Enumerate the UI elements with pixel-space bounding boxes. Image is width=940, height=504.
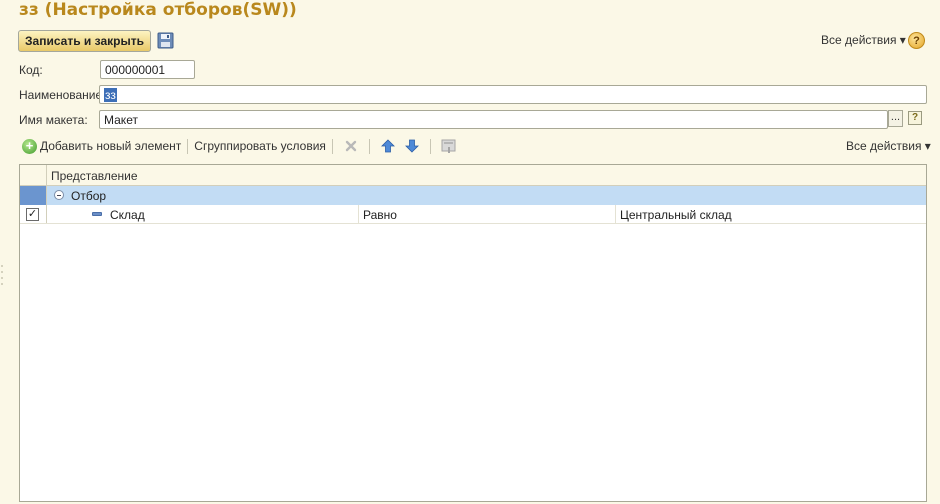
row-check-cell: ✓: [20, 205, 47, 223]
all-actions-menu[interactable]: Все действия ▾: [821, 33, 906, 47]
condition-comparison: Равно: [363, 208, 397, 222]
floppy-disk-icon[interactable]: [157, 32, 174, 49]
layout-name-field[interactable]: Макет: [99, 110, 888, 129]
grid-row-group[interactable]: Отбор: [20, 186, 926, 205]
toolbar-divider: [429, 138, 431, 154]
code-field[interactable]: 000000001: [100, 60, 195, 79]
row-check-cell: [20, 186, 47, 205]
code-label: Код:: [19, 63, 43, 77]
condition-value: Центральный склад: [620, 208, 732, 222]
condition-field: Склад: [110, 208, 145, 222]
name-field-value: зз: [104, 88, 117, 102]
properties-icon[interactable]: [441, 138, 457, 154]
grid-row-condition[interactable]: ✓ Склад Равно Центральный склад: [20, 205, 926, 224]
delete-x-icon[interactable]: [343, 138, 359, 154]
filter-grid[interactable]: Представление Отбор ✓ Склад Равно Центра…: [19, 164, 927, 502]
condition-item-icon: [92, 212, 102, 216]
layout-name-label: Имя макета:: [19, 113, 88, 127]
collapse-icon[interactable]: [54, 190, 64, 200]
toolbar-divider: [331, 138, 333, 154]
layout-help-icon[interactable]: ?: [908, 111, 922, 125]
arrow-up-icon[interactable]: [380, 138, 396, 154]
splitter-grip[interactable]: [0, 263, 4, 287]
filter-toolbar: + Добавить новый элемент Сгруппировать у…: [22, 137, 461, 155]
filter-all-actions-menu[interactable]: Все действия ▾: [846, 139, 931, 153]
window-title: зз (Настройка отборов(SW)): [19, 0, 297, 20]
save-and-close-button[interactable]: Записать и закрыть: [18, 30, 151, 52]
help-icon[interactable]: ?: [908, 32, 925, 49]
name-label: Наименование:: [19, 88, 106, 102]
name-field[interactable]: зз: [99, 85, 927, 104]
add-new-element-label: Добавить новый элемент: [40, 139, 182, 153]
header-representation: Представление: [51, 169, 138, 183]
arrow-down-icon[interactable]: [404, 138, 420, 154]
header-check-column: [20, 165, 47, 186]
grid-header: Представление: [20, 165, 926, 186]
add-icon: +: [22, 138, 37, 154]
column-divider: [358, 205, 359, 224]
add-new-element-button[interactable]: + Добавить новый элемент: [22, 138, 182, 154]
choice-button[interactable]: ...: [888, 110, 903, 127]
column-divider: [615, 205, 616, 224]
toolbar-divider: [368, 138, 370, 154]
group-label: Отбор: [71, 189, 107, 203]
group-conditions-button[interactable]: Сгруппировать условия: [194, 139, 326, 153]
use-checkbox[interactable]: ✓: [26, 208, 39, 221]
toolbar-divider: [187, 138, 189, 154]
